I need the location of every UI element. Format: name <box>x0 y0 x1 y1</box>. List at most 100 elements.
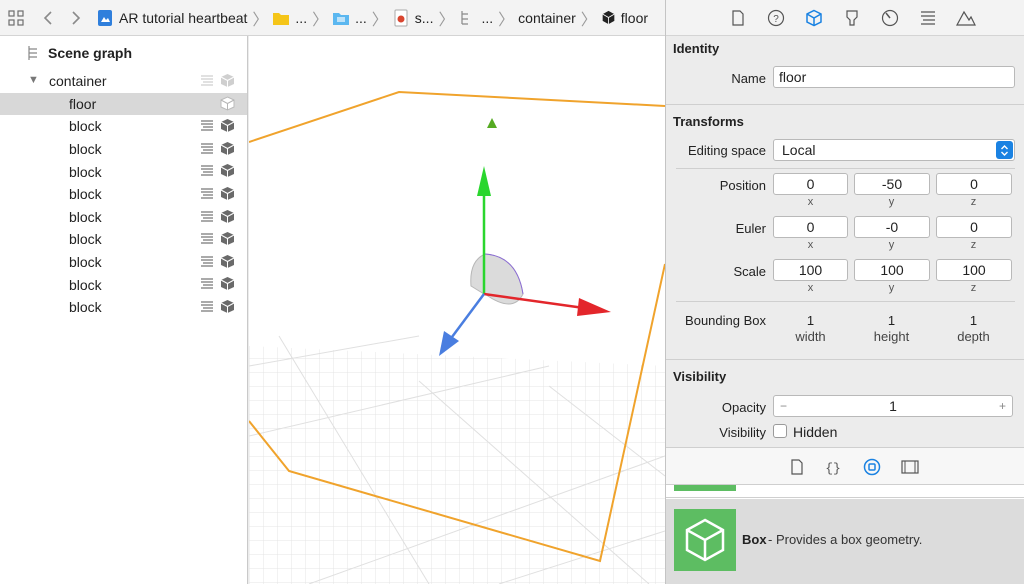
svg-text:?: ? <box>773 14 779 25</box>
folder-icon <box>333 12 350 25</box>
euler-y-value: -0 <box>885 219 899 235</box>
breadcrumb-floor[interactable]: floor <box>601 10 648 26</box>
translate-gizmo[interactable] <box>439 166 611 356</box>
breadcrumb-project[interactable]: AR tutorial heartbeat <box>96 9 247 27</box>
opacity-stepper[interactable]: − 1 + <box>773 395 1013 417</box>
visibility-label: Visibility <box>719 425 766 440</box>
viewport-canvas[interactable] <box>249 36 665 584</box>
cube-icon <box>220 277 235 291</box>
related-items-icon[interactable] <box>4 6 28 30</box>
tree-row-block[interactable]: block <box>0 183 247 206</box>
breadcrumb-separator: 〉 <box>580 11 597 29</box>
geometry-icon <box>201 301 213 312</box>
bounding-box-width-value: 1 <box>806 313 815 328</box>
tree-row-floor[interactable]: floor <box>0 92 247 116</box>
media-library-icon[interactable] <box>901 458 919 476</box>
forward-chevron-icon[interactable] <box>64 6 88 30</box>
geometry-icon <box>201 165 213 176</box>
tree-row-label: block <box>69 231 102 248</box>
tree-row-label: container <box>49 73 107 90</box>
position-y-field[interactable]: -50 <box>854 173 930 195</box>
tree-row-block[interactable]: block <box>0 160 247 183</box>
scene-editor-window: AR tutorial heartbeat 〉 ... 〉 ... 〉 s...… <box>0 0 1024 584</box>
breadcrumb-node[interactable]: ... <box>458 9 493 27</box>
section-divider <box>666 104 1024 105</box>
hidden-checkbox[interactable] <box>773 424 787 438</box>
axis-label-y: y <box>888 239 895 251</box>
axis-label-x: x <box>807 196 814 208</box>
code-snippet-library-icon[interactable]: {} <box>824 458 842 476</box>
euler-z-field[interactable]: 0 <box>936 216 1012 238</box>
tree-row-block[interactable]: block <box>0 296 247 319</box>
node-inspector-icon[interactable] <box>804 8 824 28</box>
geometry-icon <box>201 143 213 154</box>
geometry-icon <box>201 233 213 244</box>
tree-row-label: block <box>69 254 102 271</box>
scene-viewport[interactable] <box>249 36 665 584</box>
tree-row-block[interactable]: block <box>0 206 247 229</box>
cube-icon <box>220 96 235 111</box>
jump-bar: AR tutorial heartbeat 〉 ... 〉 ... 〉 s...… <box>0 0 665 36</box>
help-inspector-icon[interactable]: ? <box>766 8 786 28</box>
tree-row-container[interactable]: ▼ container <box>0 70 247 93</box>
breadcrumb-folder1[interactable]: ... <box>272 9 307 27</box>
library-item-partial[interactable] <box>674 485 736 491</box>
hidden-checkbox-label[interactable]: Hidden <box>793 424 837 440</box>
scene-inspector-icon[interactable] <box>956 8 976 28</box>
disclosure-triangle-icon[interactable]: ▼ <box>28 74 39 86</box>
cube-icon <box>220 254 235 268</box>
euler-y-field[interactable]: -0 <box>854 216 930 238</box>
tree-row-label: floor <box>69 95 97 112</box>
svg-text:{}: {} <box>825 461 841 475</box>
tree-row-label: block <box>69 118 102 135</box>
cube-icon <box>220 232 235 246</box>
physics-inspector-icon[interactable] <box>880 8 900 28</box>
breadcrumb-separator: 〉 <box>438 11 455 29</box>
bounding-box-label: Bounding Box <box>685 313 766 328</box>
attributes-inspector-icon[interactable] <box>842 8 862 28</box>
scale-x-field[interactable]: 100 <box>773 259 848 281</box>
tree-row-label: block <box>69 163 102 180</box>
light-marker[interactable] <box>487 118 497 128</box>
cube-icon <box>220 119 235 133</box>
row-divider <box>666 497 1024 498</box>
axis-label-y: y <box>888 282 895 294</box>
axis-label-y: y <box>888 196 895 208</box>
breadcrumb-container[interactable]: container <box>518 10 576 26</box>
file-inspector-icon[interactable] <box>728 8 748 28</box>
tree-row-label: block <box>69 299 102 316</box>
geometry-icon <box>201 256 213 267</box>
scale-y-field[interactable]: 100 <box>854 259 930 281</box>
scale-z-field[interactable]: 100 <box>936 259 1012 281</box>
tree-row-block[interactable]: block <box>0 228 247 251</box>
geometry-icon <box>201 120 213 131</box>
tree-row-block[interactable]: block <box>0 115 247 138</box>
editing-space-popup[interactable]: Local <box>773 139 1015 161</box>
position-z-field[interactable]: 0 <box>936 173 1012 195</box>
tree-row-block[interactable]: block <box>0 273 247 296</box>
position-z-value: 0 <box>970 176 978 192</box>
tree-row-block[interactable]: block <box>0 138 247 161</box>
back-chevron-icon[interactable] <box>36 6 60 30</box>
breadcrumb-scene[interactable]: s... <box>392 9 433 27</box>
scale-y-value: 100 <box>880 262 904 278</box>
euler-x-field[interactable]: 0 <box>773 216 848 238</box>
name-field[interactable]: floor <box>773 66 1015 88</box>
geometry-inspector-icon[interactable] <box>918 8 938 28</box>
library-item-box[interactable]: Box - Provides a box geometry. <box>666 499 1024 584</box>
tree-row-block[interactable]: block <box>0 251 247 274</box>
bounding-box-depth-value: 1 <box>969 313 978 328</box>
breadcrumb-separator: 〉 <box>252 11 269 29</box>
position-y-value: -50 <box>881 176 903 192</box>
cube-icon <box>220 186 235 200</box>
bounding-box-width-label: width <box>795 329 826 344</box>
opacity-increment-button[interactable]: + <box>999 399 1006 413</box>
object-library-icon[interactable] <box>863 458 881 476</box>
position-x-field[interactable]: 0 <box>773 173 848 195</box>
file-template-library-icon[interactable] <box>788 458 806 476</box>
breadcrumb-folder2[interactable]: ... <box>332 9 367 27</box>
editing-space-value: Local <box>782 142 816 158</box>
name-field-value: floor <box>779 69 807 85</box>
geometry-icon <box>201 188 213 199</box>
project-file-icon <box>98 9 112 26</box>
